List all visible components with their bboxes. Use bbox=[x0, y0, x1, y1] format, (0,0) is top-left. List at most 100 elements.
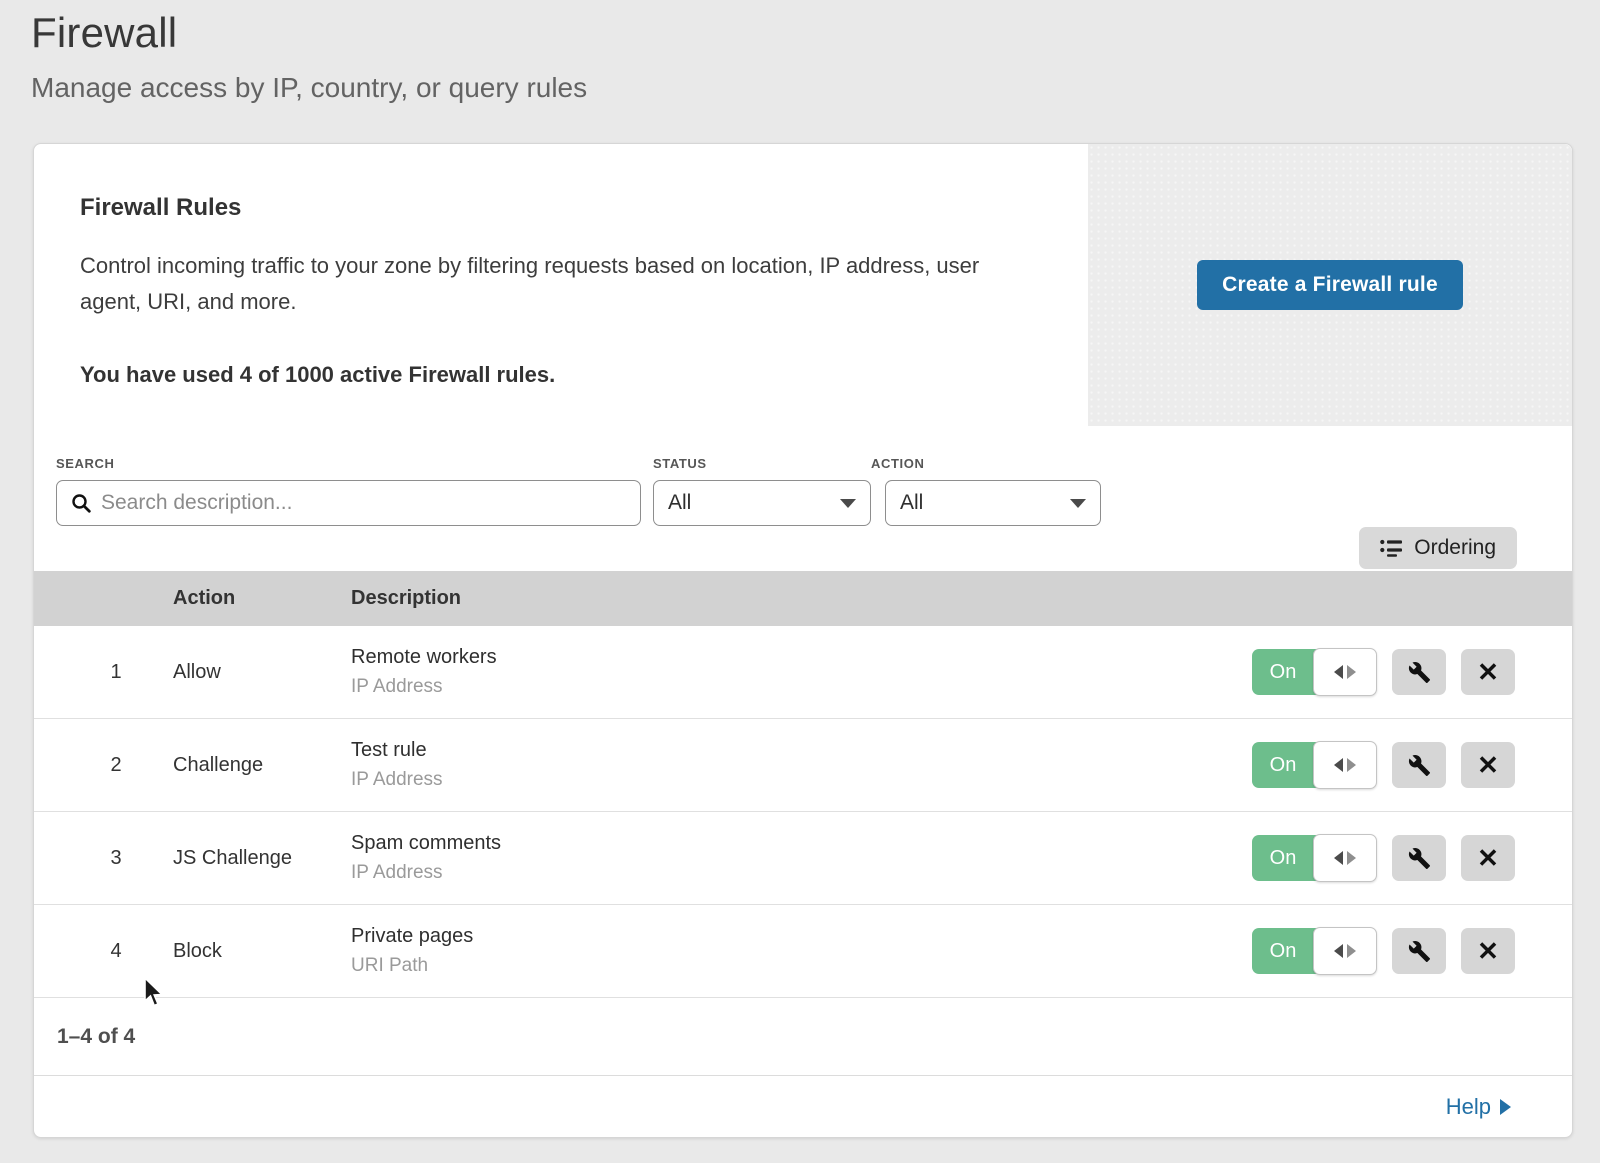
search-filter-group: SEARCH bbox=[56, 456, 653, 526]
status-filter-group: STATUS All bbox=[653, 456, 871, 526]
table-header: Action Description bbox=[34, 571, 1572, 626]
search-input[interactable] bbox=[101, 491, 626, 515]
rule-description: Remote workers bbox=[351, 646, 1252, 669]
toggle-knob[interactable] bbox=[1313, 741, 1377, 789]
search-icon bbox=[71, 493, 91, 513]
help-arrow-icon bbox=[1500, 1099, 1511, 1115]
rule-priority: 4 bbox=[34, 940, 173, 963]
card-footer: Help bbox=[34, 1075, 1572, 1137]
ordering-list-icon bbox=[1380, 539, 1402, 557]
description-column-header: Description bbox=[351, 587, 1572, 610]
table-row: 4 Block Private pages URI Path On ✕ bbox=[34, 905, 1572, 998]
help-link-label: Help bbox=[1446, 1094, 1491, 1120]
action-filter-group: ACTION All bbox=[871, 456, 1101, 526]
rule-controls: On ✕ bbox=[1252, 835, 1515, 881]
pagination-status: 1–4 of 4 bbox=[34, 998, 1572, 1075]
table-row: 1 Allow Remote workers IP Address On ✕ bbox=[34, 626, 1572, 719]
rule-action: Allow bbox=[173, 661, 351, 684]
chevron-down-icon bbox=[1070, 499, 1086, 508]
wrench-icon bbox=[1408, 940, 1431, 963]
toggle-knob[interactable] bbox=[1313, 927, 1377, 975]
rules-description: Control incoming traffic to your zone by… bbox=[80, 248, 1028, 320]
arrow-left-icon bbox=[1334, 851, 1343, 865]
rule-priority: 1 bbox=[34, 661, 173, 684]
action-column-header: Action bbox=[173, 587, 351, 610]
toggle-on-label: On bbox=[1252, 742, 1314, 788]
rule-priority: 2 bbox=[34, 754, 173, 777]
rule-priority: 3 bbox=[34, 847, 173, 870]
delete-rule-button[interactable]: ✕ bbox=[1461, 835, 1515, 881]
chevron-down-icon bbox=[840, 499, 856, 508]
rules-table-body: 1 Allow Remote workers IP Address On ✕ 2… bbox=[34, 626, 1572, 998]
edit-rule-button[interactable] bbox=[1392, 928, 1446, 974]
rule-action: JS Challenge bbox=[173, 847, 351, 870]
action-selected-value: All bbox=[900, 491, 923, 515]
rule-match-type: IP Address bbox=[351, 862, 1252, 884]
edit-rule-button[interactable] bbox=[1392, 835, 1446, 881]
rule-enabled-toggle[interactable]: On bbox=[1252, 835, 1376, 881]
ordering-button[interactable]: Ordering bbox=[1359, 527, 1517, 569]
page-title: Firewall bbox=[31, 6, 1600, 60]
rule-description-cell: Private pages URI Path bbox=[351, 925, 1252, 977]
x-icon: ✕ bbox=[1477, 843, 1499, 874]
rule-description-cell: Spam comments IP Address bbox=[351, 832, 1252, 884]
wrench-icon bbox=[1408, 754, 1431, 777]
rule-enabled-toggle[interactable]: On bbox=[1252, 928, 1376, 974]
rule-controls: On ✕ bbox=[1252, 928, 1515, 974]
create-rule-panel: Create a Firewall rule bbox=[1088, 144, 1572, 426]
arrow-left-icon bbox=[1334, 758, 1343, 772]
rule-match-type: URI Path bbox=[351, 955, 1252, 977]
x-icon: ✕ bbox=[1477, 657, 1499, 688]
toggle-on-label: On bbox=[1252, 928, 1314, 974]
rule-controls: On ✕ bbox=[1252, 742, 1515, 788]
arrow-right-icon bbox=[1347, 758, 1356, 772]
toggle-knob[interactable] bbox=[1313, 834, 1377, 882]
page-header: Firewall Manage access by IP, country, o… bbox=[0, 0, 1600, 104]
wrench-icon bbox=[1408, 661, 1431, 684]
rule-description: Private pages bbox=[351, 925, 1252, 948]
arrow-right-icon bbox=[1347, 944, 1356, 958]
status-label: STATUS bbox=[653, 456, 871, 471]
firewall-rules-card: Firewall Rules Control incoming traffic … bbox=[33, 143, 1573, 1138]
delete-rule-button[interactable]: ✕ bbox=[1461, 742, 1515, 788]
rules-usage-count: You have used 4 of 1000 active Firewall … bbox=[80, 362, 1028, 388]
rule-action: Challenge bbox=[173, 754, 351, 777]
toggle-on-label: On bbox=[1252, 835, 1314, 881]
rule-controls: On ✕ bbox=[1252, 649, 1515, 695]
action-label: ACTION bbox=[871, 456, 1101, 471]
rule-enabled-toggle[interactable]: On bbox=[1252, 649, 1376, 695]
table-row: 2 Challenge Test rule IP Address On ✕ bbox=[34, 719, 1572, 812]
edit-rule-button[interactable] bbox=[1392, 649, 1446, 695]
rule-description: Test rule bbox=[351, 739, 1252, 762]
x-icon: ✕ bbox=[1477, 750, 1499, 781]
delete-rule-button[interactable]: ✕ bbox=[1461, 928, 1515, 974]
rule-description-cell: Remote workers IP Address bbox=[351, 646, 1252, 698]
search-box bbox=[56, 480, 641, 526]
action-dropdown[interactable]: All bbox=[885, 480, 1101, 526]
rule-enabled-toggle[interactable]: On bbox=[1252, 742, 1376, 788]
rule-action: Block bbox=[173, 940, 351, 963]
card-top-section: Firewall Rules Control incoming traffic … bbox=[34, 144, 1572, 426]
rule-description-cell: Test rule IP Address bbox=[351, 739, 1252, 791]
delete-rule-button[interactable]: ✕ bbox=[1461, 649, 1515, 695]
rule-description: Spam comments bbox=[351, 832, 1252, 855]
arrow-left-icon bbox=[1334, 665, 1343, 679]
wrench-icon bbox=[1408, 847, 1431, 870]
rule-match-type: IP Address bbox=[351, 676, 1252, 698]
create-firewall-rule-button[interactable]: Create a Firewall rule bbox=[1197, 260, 1463, 310]
search-label: SEARCH bbox=[56, 456, 653, 471]
help-link[interactable]: Help bbox=[1446, 1094, 1511, 1120]
rule-match-type: IP Address bbox=[351, 769, 1252, 791]
toggle-knob[interactable] bbox=[1313, 648, 1377, 696]
edit-rule-button[interactable] bbox=[1392, 742, 1446, 788]
arrow-right-icon bbox=[1347, 665, 1356, 679]
status-dropdown[interactable]: All bbox=[653, 480, 871, 526]
page-subtitle: Manage access by IP, country, or query r… bbox=[31, 72, 1600, 104]
filter-bar: SEARCH STATUS All ACTION All bbox=[34, 426, 1572, 571]
status-selected-value: All bbox=[668, 491, 691, 515]
arrow-right-icon bbox=[1347, 851, 1356, 865]
toggle-on-label: On bbox=[1252, 649, 1314, 695]
rules-heading: Firewall Rules bbox=[80, 194, 1028, 222]
arrow-left-icon bbox=[1334, 944, 1343, 958]
rules-summary: Firewall Rules Control incoming traffic … bbox=[34, 144, 1088, 426]
